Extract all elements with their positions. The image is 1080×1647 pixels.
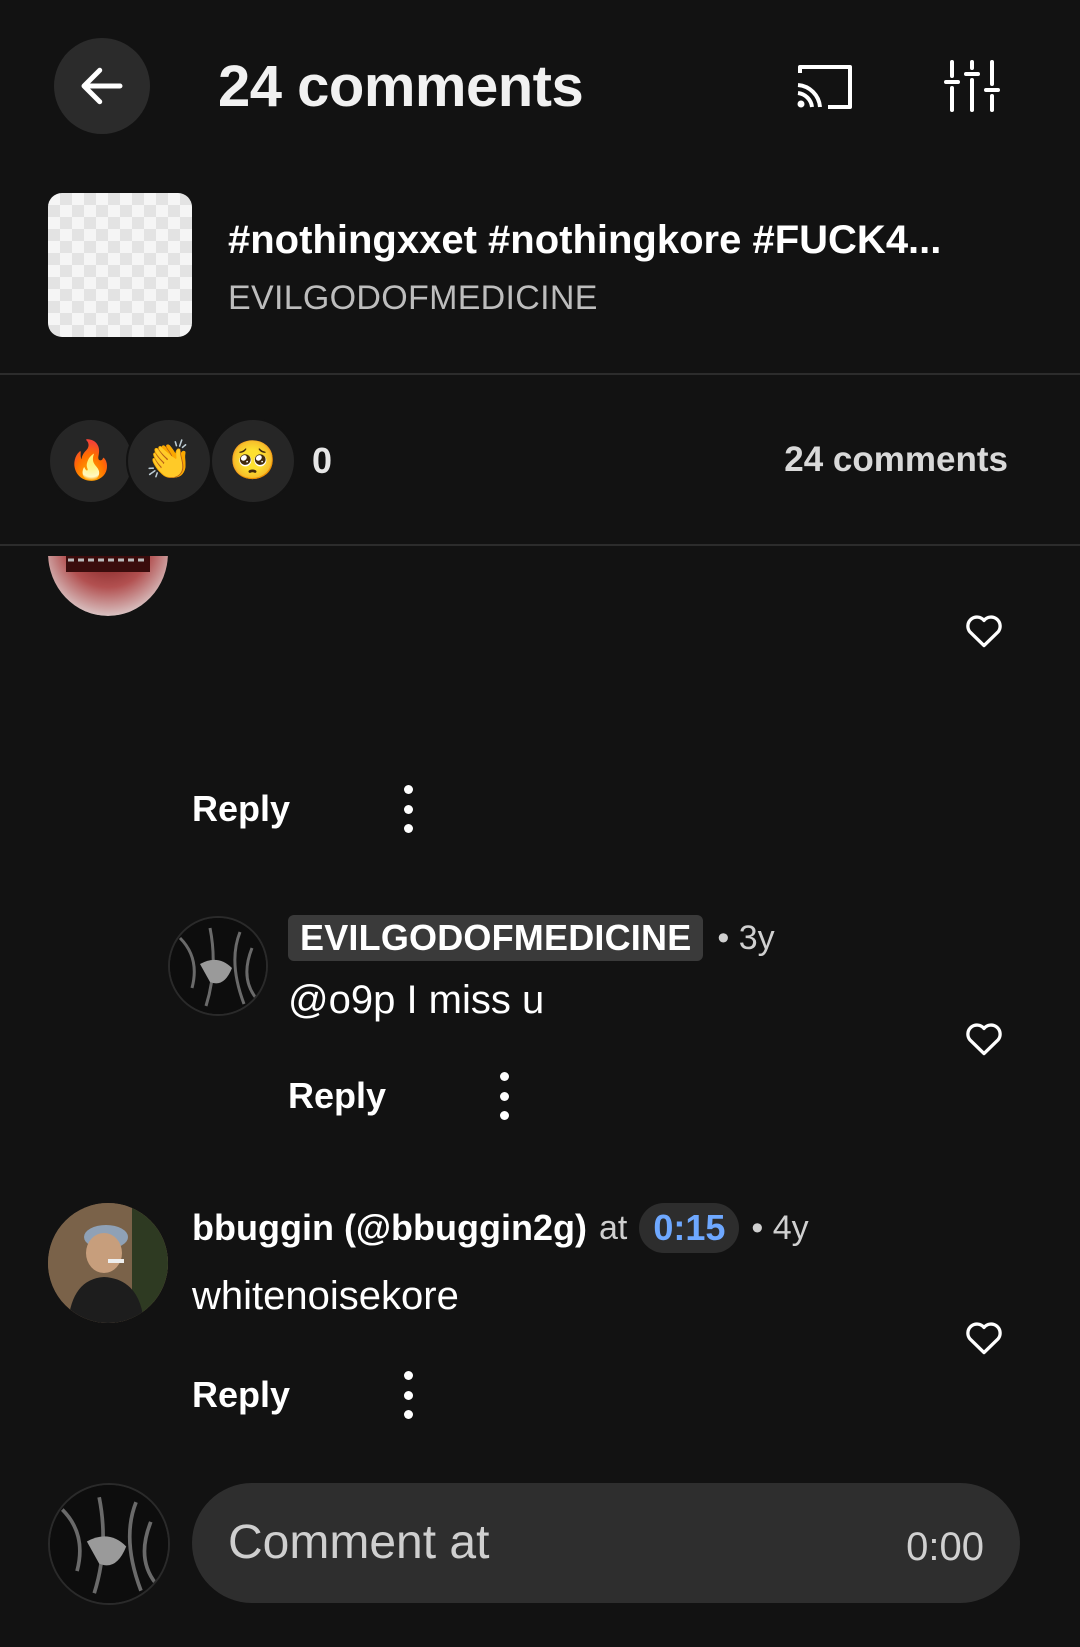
username[interactable]: EVILGODOFMEDICINE [288,915,704,961]
reaction-pleading[interactable]: 🥺 [210,418,296,504]
username[interactable]: bbuggin (@bbuggin2g) [192,1207,587,1249]
cast-button[interactable] [790,52,860,122]
more-options-icon[interactable] [398,785,418,833]
heart-icon[interactable] [962,608,1006,652]
avatar[interactable] [48,1203,168,1323]
track-title[interactable]: #nothingxxet #nothingkore #FUCK4... [228,216,1028,264]
avatar-image [48,1203,168,1323]
comment-meta: bbuggin (@bbuggin2g) at 0:15 • 4y [192,1203,809,1253]
avatar-image [170,918,266,1014]
reaction-count: 0 [312,440,333,481]
divider [0,373,1080,375]
reply-button[interactable]: Reply [192,788,290,830]
reaction-fire[interactable]: 🔥 [48,418,134,504]
reply-button[interactable]: Reply [192,1374,290,1416]
heart-icon[interactable] [962,1016,1006,1060]
avatar[interactable] [48,556,168,616]
at-label: at [598,1208,628,1247]
comment-text: @o9p I miss u [288,978,545,1022]
comment-age: • 4y [751,1208,809,1247]
cast-icon [797,65,852,109]
back-button[interactable] [54,38,150,134]
track-artist[interactable]: EVILGODOFMEDICINE [228,278,598,318]
clap-emoji: 👏 [145,440,193,482]
comments-count: 24 comments [784,440,1008,479]
settings-button[interactable] [936,50,1008,122]
divider [0,544,1080,546]
fire-emoji: 🔥 [67,440,115,482]
reply-button[interactable]: Reply [288,1075,386,1117]
comment-age: • 3y [717,918,775,957]
track-artwork[interactable] [48,193,192,337]
current-user-avatar[interactable] [48,1483,170,1605]
comment-text: whitenoisekore [192,1274,459,1318]
avatar-image [50,1485,168,1603]
timestamp-link[interactable]: 0:15 [639,1203,740,1253]
comment-input[interactable]: Comment at 0:00 [192,1483,1020,1603]
avatar-image [48,556,168,616]
avatar[interactable] [168,916,268,1016]
comment-timestamp: 0:00 [906,1525,984,1569]
pleading-emoji: 🥺 [229,440,277,482]
sliders-icon [944,60,1000,112]
more-options-icon[interactable] [494,1072,514,1120]
more-options-icon[interactable] [398,1371,418,1419]
comment-meta: EVILGODOFMEDICINE • 3y [288,915,775,961]
heart-icon[interactable] [962,1315,1006,1359]
page-title: 24 comments [218,54,584,119]
comment-placeholder: Comment at [228,1516,490,1569]
reaction-clap[interactable]: 👏 [126,418,212,504]
arrow-left-icon [81,67,123,105]
